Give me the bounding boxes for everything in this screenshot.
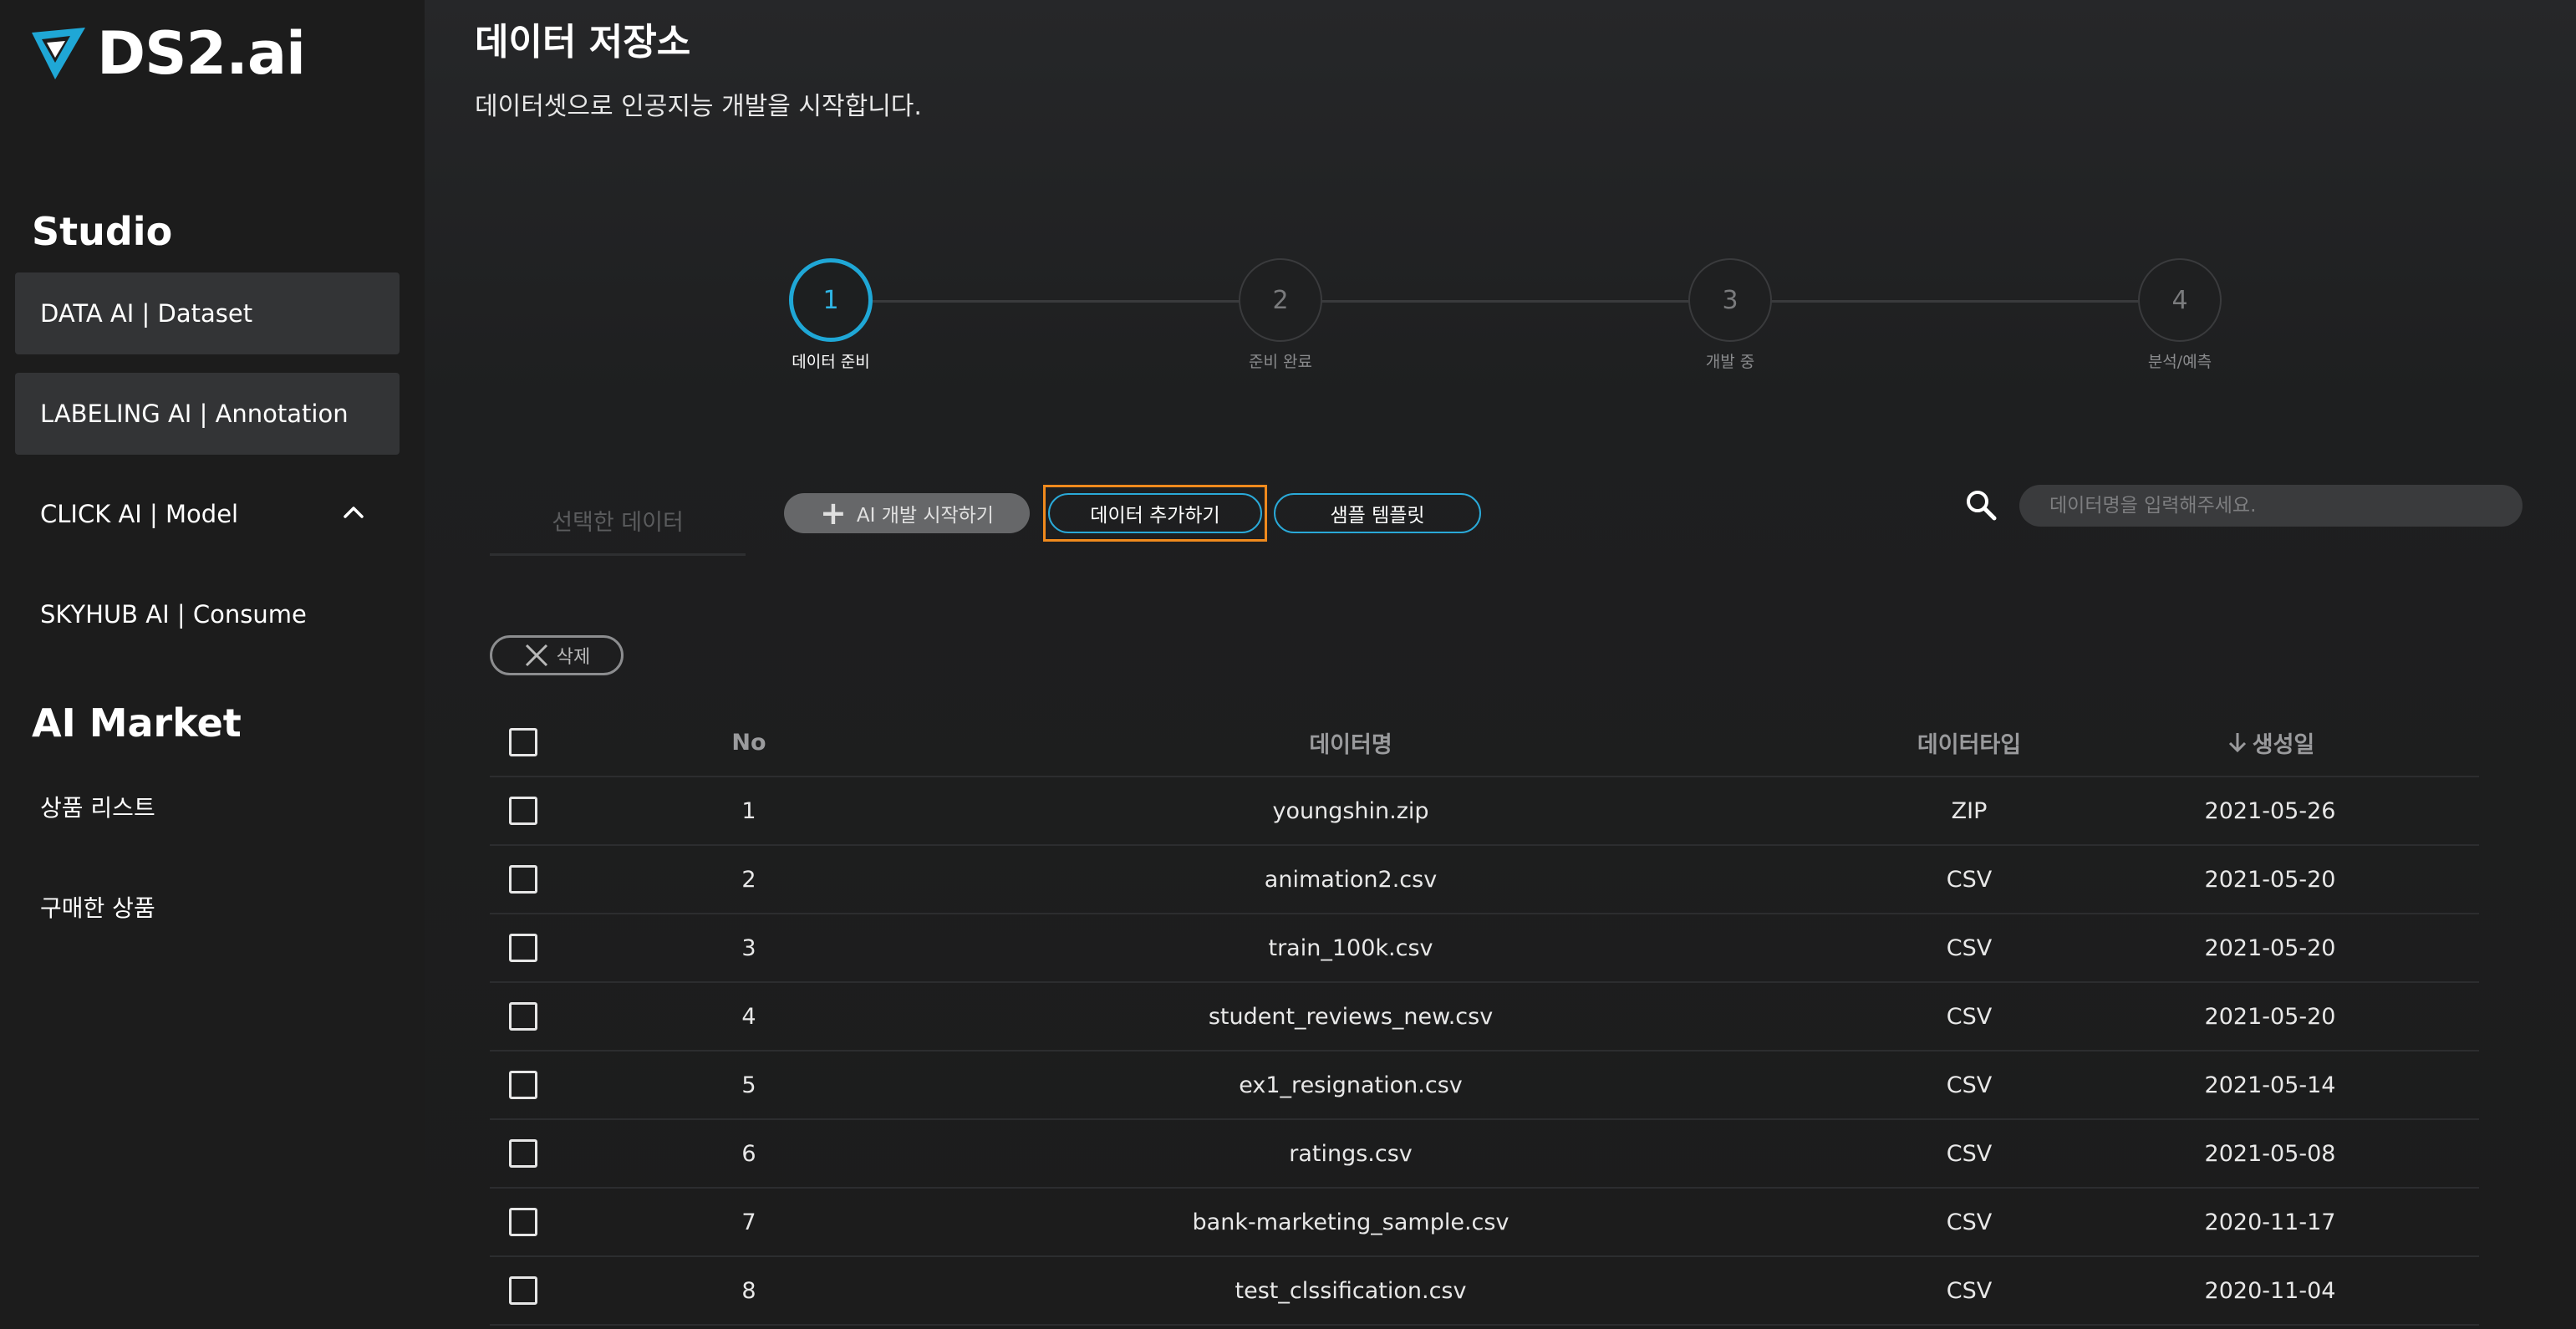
page-title: 데이터 저장소: [475, 21, 691, 64]
header-date[interactable]: 생성일: [2178, 709, 2362, 776]
cell-date: 2021-05-20: [2204, 934, 2336, 961]
row-checkbox[interactable]: [509, 934, 537, 962]
cell-date: 2020-11-17: [2204, 1209, 2336, 1235]
search-input[interactable]: [2019, 485, 2523, 527]
cell-type: CSV: [1946, 1003, 1993, 1030]
delete-label: 삭제: [556, 647, 591, 668]
table-row[interactable]: 4 student_reviews_new.csv CSV 2021-05-20: [490, 983, 2479, 1051]
main-content: 데이터 저장소 데이터셋으로 인공지능 개발을 시작합니다. 1 데이터 준비 …: [425, 0, 2576, 1329]
row-checkbox[interactable]: [509, 1002, 537, 1031]
row-checkbox[interactable]: [509, 1071, 537, 1099]
data-table: No 데이터명 데이터타입 생성일 1 youngshin.zip ZIP 20…: [490, 709, 2479, 1326]
row-checkbox[interactable]: [509, 797, 537, 825]
cell-name: bank-marketing_sample.csv: [1192, 1209, 1509, 1235]
cell-no: 2: [741, 866, 756, 893]
cell-no: 6: [741, 1140, 756, 1167]
table-row[interactable]: 3 train_100k.csv CSV 2021-05-20: [490, 914, 2479, 983]
table-row[interactable]: 2 animation2.csv CSV 2021-05-20: [490, 846, 2479, 914]
close-icon: [525, 644, 547, 667]
sidebar-item-label: LABELING AI | Annotation: [40, 400, 349, 428]
delete-button[interactable]: 삭제: [490, 635, 624, 675]
row-checkbox[interactable]: [509, 1208, 537, 1236]
sidebar-item-product-list[interactable]: 상품 리스트: [40, 790, 155, 823]
step-1-label: 데이터 준비: [792, 353, 870, 371]
header-name[interactable]: 데이터명: [1075, 709, 1627, 776]
ai-market-section-title: AI Market: [32, 700, 242, 746]
cell-type: CSV: [1946, 934, 1993, 961]
cell-date: 2021-05-14: [2204, 1072, 2336, 1098]
arrow-down-icon: [2228, 733, 2246, 753]
tab-selected-data[interactable]: 선택한 데이터: [490, 487, 746, 556]
cell-date: 2021-05-26: [2204, 797, 2336, 824]
sidebar-item-labeling-ai[interactable]: LABELING AI | Annotation: [15, 373, 400, 455]
cell-no: 5: [741, 1072, 756, 1098]
sidebar-item-purchased[interactable]: 구매한 상품: [40, 890, 155, 924]
cell-no: 7: [741, 1209, 756, 1235]
sidebar-item-data-ai[interactable]: DATA AI | Dataset: [15, 272, 400, 354]
cell-no: 4: [741, 1003, 756, 1030]
cell-name: animation2.csv: [1264, 866, 1438, 893]
studio-section-title: Studio: [32, 209, 173, 254]
table-row[interactable]: 6 ratings.csv CSV 2021-05-08: [490, 1120, 2479, 1189]
step-3-label: 개발 중: [1705, 353, 1755, 371]
cell-no: 3: [741, 934, 756, 961]
cell-name: ratings.csv: [1289, 1140, 1413, 1167]
add-data-button[interactable]: 데이터 추가하기: [1048, 493, 1262, 533]
logo[interactable]: DS2.ai: [30, 19, 306, 88]
cell-type: CSV: [1946, 1209, 1993, 1235]
header-date-label: 생성일: [2252, 731, 2315, 758]
sidebar-item-skyhub-ai[interactable]: SKYHUB AI | Consume: [15, 573, 400, 655]
ai-start-label: AI 개발 시작하기: [856, 505, 994, 527]
cell-type: CSV: [1946, 1140, 1993, 1167]
cell-name: ex1_resignation.csv: [1239, 1072, 1463, 1098]
search-icon[interactable]: [1964, 488, 1998, 522]
row-checkbox[interactable]: [509, 1139, 537, 1168]
step-1-circle: 1: [789, 258, 873, 342]
step-2-label: 준비 완료: [1249, 353, 1312, 371]
select-all-checkbox[interactable]: [509, 728, 537, 756]
chevron-up-icon[interactable]: [341, 500, 366, 525]
step-3-circle: 3: [1688, 258, 1772, 342]
plus-icon: +: [820, 495, 847, 532]
ds2-logo-icon: [32, 28, 85, 79]
table-row[interactable]: 8 test_clssification.csv CSV 2020-11-04: [490, 1257, 2479, 1326]
table-header: No 데이터명 데이터타입 생성일: [490, 709, 2479, 777]
sample-template-button[interactable]: 샘플 템플릿: [1274, 493, 1481, 533]
stepper-line: [831, 300, 2190, 303]
brand-name: DS2.ai: [97, 19, 306, 88]
cell-name: student_reviews_new.csv: [1208, 1003, 1494, 1030]
sidebar: DS2.ai Studio DATA AI | Dataset LABELING…: [0, 0, 425, 1329]
cell-name: test_clssification.csv: [1235, 1277, 1467, 1304]
cell-date: 2021-05-20: [2204, 866, 2336, 893]
header-no[interactable]: No: [690, 709, 807, 776]
row-checkbox[interactable]: [509, 865, 537, 894]
header-type[interactable]: 데이터타입: [1886, 709, 2053, 776]
step-4-circle: 4: [2138, 258, 2222, 342]
cell-date: 2021-05-20: [2204, 1003, 2336, 1030]
step-2-circle: 2: [1239, 258, 1322, 342]
table-row[interactable]: 5 ex1_resignation.csv CSV 2021-05-14: [490, 1051, 2479, 1120]
table-row[interactable]: 1 youngshin.zip ZIP 2021-05-26: [490, 777, 2479, 846]
sidebar-item-click-ai[interactable]: CLICK AI | Model: [15, 473, 400, 555]
ai-start-button[interactable]: + AI 개발 시작하기: [784, 493, 1030, 533]
cell-no: 8: [741, 1277, 756, 1304]
step-4-label: 분석/예측: [2147, 353, 2212, 371]
cell-type: CSV: [1946, 1277, 1993, 1304]
cell-date: 2020-11-04: [2204, 1277, 2336, 1304]
cell-name: youngshin.zip: [1272, 797, 1429, 824]
cell-no: 1: [741, 797, 756, 824]
page-subtitle: 데이터셋으로 인공지능 개발을 시작합니다.: [475, 92, 922, 121]
row-checkbox[interactable]: [509, 1276, 537, 1305]
cell-type: CSV: [1946, 1072, 1993, 1098]
cell-type: CSV: [1946, 866, 1993, 893]
sidebar-item-label: SKYHUB AI | Consume: [40, 600, 307, 629]
cell-date: 2021-05-08: [2204, 1140, 2336, 1167]
cell-type: ZIP: [1951, 797, 1988, 824]
sidebar-item-label: DATA AI | Dataset: [40, 299, 253, 328]
table-row[interactable]: 7 bank-marketing_sample.csv CSV 2020-11-…: [490, 1189, 2479, 1257]
sidebar-item-label: CLICK AI | Model: [40, 500, 239, 528]
cell-name: train_100k.csv: [1268, 934, 1433, 961]
